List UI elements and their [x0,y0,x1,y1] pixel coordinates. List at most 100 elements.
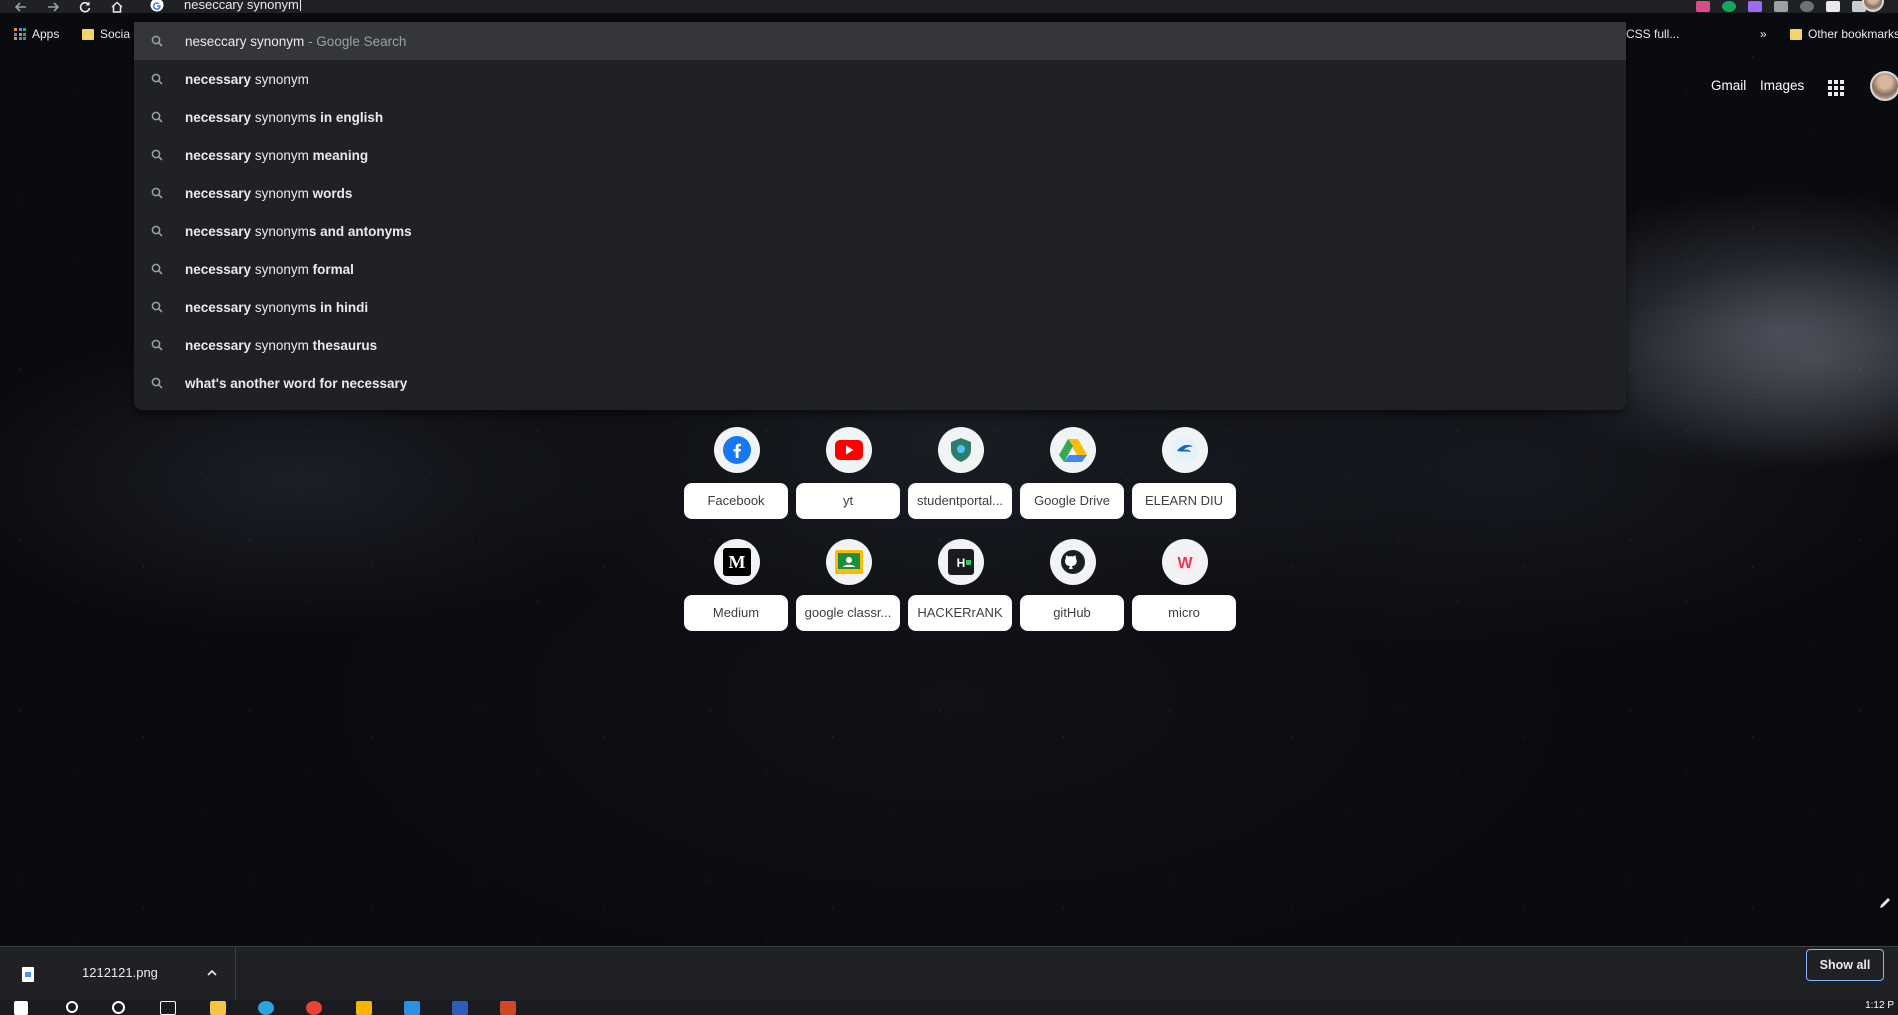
powerpoint-icon[interactable] [500,1001,516,1015]
suggestion-part: necessary [185,299,252,315]
puzzle-icon[interactable] [1826,1,1840,12]
file-explorer-icon[interactable] [210,1001,226,1015]
pen-extension-icon[interactable] [1696,1,1710,12]
search-icon[interactable] [66,1001,78,1013]
suggestion-item[interactable]: necessary synonym words [134,174,1626,212]
camera-icon[interactable] [1774,1,1788,12]
shortcut-label: yt [796,483,900,519]
bookmark-apps[interactable]: Apps [14,27,59,41]
bookmark-social[interactable]: Socia [82,27,130,41]
windows-taskbar: 1:12 P [0,1000,1898,1015]
bookmark-css-label: CSS full... [1626,27,1680,41]
windows-start-icon[interactable] [14,1001,28,1015]
suggestion-item[interactable]: necessary synonym formal [134,250,1626,288]
vscode-icon[interactable] [404,1001,420,1015]
text-caret [299,0,301,11]
suggestion-item[interactable]: necessary synonyms and antonyms [134,212,1626,250]
reload-icon[interactable] [76,0,94,13]
chrome-icon[interactable] [306,1001,322,1015]
keep-icon[interactable] [356,1001,372,1015]
browser-window: neseccary synonym Apps Socia CSS full...… [0,0,1898,1015]
student-portal-icon [938,427,984,473]
task-view-icon[interactable] [160,1001,176,1015]
google-classroom-icon [826,539,872,585]
suggestion-part: synonym [251,109,309,125]
search-icon [151,301,163,313]
show-all-button[interactable]: Show all [1806,949,1884,981]
medium-icon: M [714,539,760,585]
purple-extension-icon[interactable] [1748,1,1762,12]
svg-text:W: W [1177,555,1193,572]
omnibox-suggestions: neseccary synonym - Google Search necessa… [134,22,1626,410]
hackerrank-icon: H [938,539,984,585]
shortcut-tile[interactable]: Wmicro [1132,539,1236,639]
suggestion-part: synonym [251,185,313,201]
shortcut-tile[interactable]: H HACKERrANK [908,539,1012,639]
suggestion-text: necessary synonym words [185,186,352,201]
images-link[interactable]: Images [1760,78,1804,93]
suggestion-part: meaning [312,147,369,163]
omnibox-input[interactable]: neseccary synonym [184,0,301,12]
shortcut-label: ELEARN DIU [1132,483,1236,519]
suggestion-item[interactable]: necessary synonym [134,60,1626,98]
suggestion-item[interactable]: necessary synonym thesaurus [134,326,1626,364]
google-apps-icon[interactable] [1828,80,1844,96]
shortcut-label: Facebook [684,483,788,519]
suggestion-text: necessary synonyms in english [185,110,383,125]
forward-icon[interactable] [44,0,62,13]
suggestion-item[interactable]: necessary synonyms in hindi [134,288,1626,326]
github-icon [1050,539,1096,585]
download-item[interactable]: 1212121.png [0,947,236,1001]
downloads-bar: 1212121.png Show all [0,946,1898,1001]
folder-icon [1790,28,1802,40]
suggestion-text: what's another word for necessary [185,376,407,391]
shortcut-tile[interactable]: Facebook [684,427,788,527]
shortcut-tile[interactable]: yt [796,427,900,527]
shortcut-label: studentportal... [908,483,1012,519]
profile-avatar[interactable] [1870,71,1898,101]
shortcut-label: Medium [684,595,788,631]
suggestion-part: s in english [308,109,384,125]
word-icon[interactable] [452,1001,468,1015]
bookmark-other-label: Other bookmarks [1808,27,1898,41]
shortcut-label: gitHub [1020,595,1124,631]
gmail-link[interactable]: Gmail [1711,78,1746,93]
suggestion-part: synonym [251,261,313,277]
shortcut-tile[interactable]: gitHub [1020,539,1124,639]
globe-icon[interactable] [1800,1,1814,12]
suggestion-part: synonym [251,71,309,87]
bookmark-other[interactable]: Other bookmarks [1790,27,1898,41]
bookmarks-overflow-button[interactable]: » [1760,27,1767,41]
customize-pencil-icon[interactable] [1878,896,1892,910]
facebook-icon [714,427,760,473]
shortcut-tile[interactable]: ELEARN DIU [1132,427,1236,527]
shortcut-tile[interactable]: studentportal... [908,427,1012,527]
suggestion-item[interactable]: necessary synonyms in english [134,98,1626,136]
back-icon[interactable] [12,0,30,13]
suggestion-part: thesaurus [312,337,378,353]
svg-text:H: H [957,556,966,570]
shortcut-tile[interactable]: M Medium [684,539,788,639]
search-icon [151,111,163,123]
suggestion-part: words [312,185,353,201]
shortcut-tile[interactable]: google classr... [796,539,900,639]
home-icon[interactable] [108,0,126,13]
chevron-up-icon[interactable] [206,967,218,979]
grammarly-icon[interactable] [1722,1,1736,12]
suggestion-part: necessary [185,223,252,239]
toolbar: neseccary synonym [0,0,1898,13]
suggestion-part: necessary [185,337,252,353]
search-icon [151,35,163,47]
suggestion-item[interactable]: necessary synonym meaning [134,136,1626,174]
micro-icon: W [1162,539,1208,585]
shortcut-label: HACKERrANK [908,595,1012,631]
cortana-icon[interactable] [112,1001,125,1014]
apps-grid-icon [14,28,26,40]
shortcut-tile[interactable]: Google Drive [1020,427,1124,527]
suggestion-text: neseccary synonym - Google Search [185,34,406,49]
svg-text:M: M [729,552,746,572]
bookmark-css[interactable]: CSS full... [1626,27,1679,41]
telegram-icon[interactable] [258,1001,274,1015]
suggestion-item[interactable]: what's another word for necessary [134,364,1626,402]
suggestion-item[interactable]: neseccary synonym - Google Search [134,22,1626,60]
